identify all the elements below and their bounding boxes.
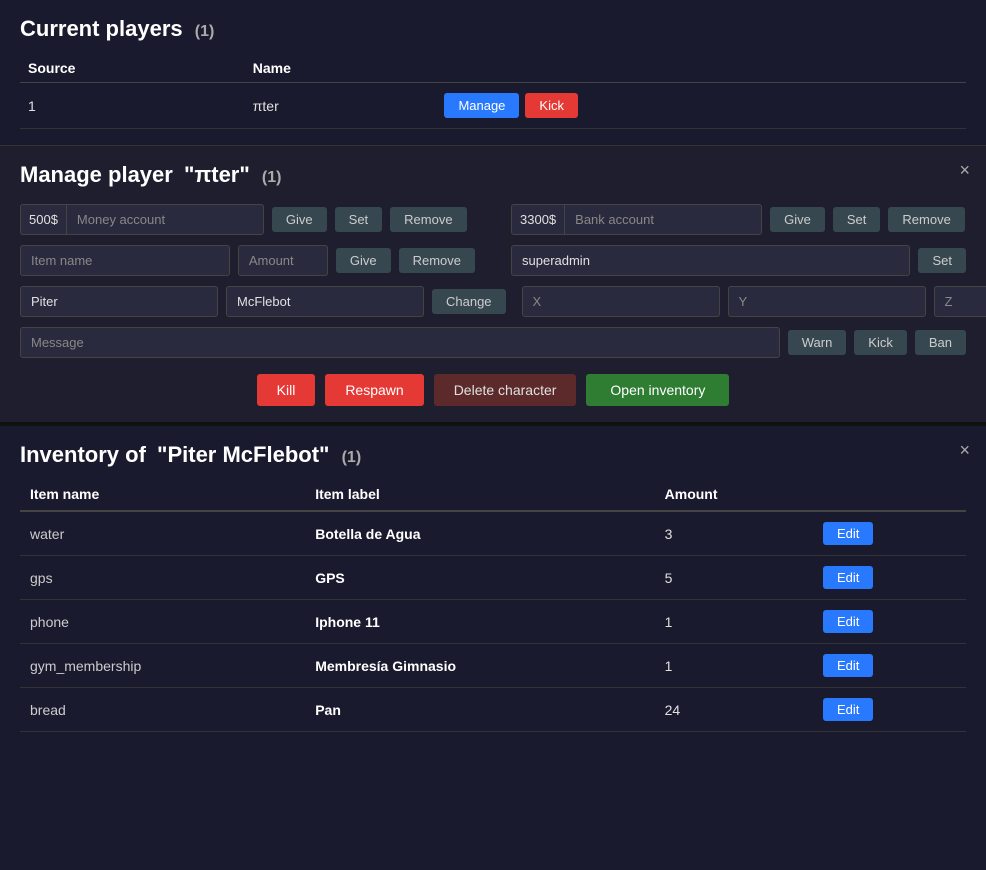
col-name: Name [245,54,437,83]
inv-item-label: Iphone 11 [305,600,654,644]
inventory-row: bread Pan 24 Edit [20,688,966,732]
item-half: Give Remove [20,245,475,276]
group-half: Set [511,245,966,276]
kick-button[interactable]: Kick [525,93,578,118]
delete-character-button[interactable]: Delete character [434,374,577,406]
item-name-input[interactable] [20,245,230,276]
player-actions-row: Kill Respawn Delete character Open inven… [20,374,966,406]
table-row: 1 πter Manage Kick [20,83,966,129]
inv-col-label: Item label [305,478,654,511]
inventory-section: × Inventory of "Piter McFlebot" (1) Item… [0,426,986,748]
manage-player-title: Manage player "πter" (1) [20,162,966,188]
inventory-table: Item name Item label Amount water Botell… [20,478,966,732]
col-source: Source [20,54,245,83]
bank-set-button[interactable]: Set [833,207,881,232]
inv-item-amount: 5 [655,556,813,600]
edit-button[interactable]: Edit [823,610,873,633]
inv-item-label: Botella de Agua [305,511,654,556]
open-inventory-button[interactable]: Open inventory [586,374,729,406]
last-name-input[interactable] [226,286,424,317]
teleport-y-input[interactable] [728,286,926,317]
inventory-close-button[interactable]: × [959,440,970,461]
inv-col-amount: Amount [655,478,813,511]
money-half: 500$ Give Set Remove [20,204,475,235]
manage-button[interactable]: Manage [444,93,519,118]
inventory-row: water Botella de Agua 3 Edit [20,511,966,556]
inv-item-action: Edit [813,644,966,688]
money-give-button[interactable]: Give [272,207,327,232]
message-input[interactable] [20,327,780,358]
manage-player-section: × Manage player "πter" (1) 500$ Give Set… [0,146,986,426]
manage-close-button[interactable]: × [959,160,970,181]
inv-item-amount: 1 [655,644,813,688]
respawn-button[interactable]: Respawn [325,374,423,406]
money-set-button[interactable]: Set [335,207,383,232]
inv-item-name: phone [20,600,305,644]
inv-col-action [813,478,966,511]
inv-item-action: Edit [813,511,966,556]
current-players-title: Current players (1) [20,16,966,42]
money-amount: 500$ [20,204,66,235]
inv-item-action: Edit [813,688,966,732]
teleport-z-input[interactable] [934,286,986,317]
bank-input-group: 3300$ [511,204,762,235]
inv-item-label: Pan [305,688,654,732]
item-amount-input[interactable] [238,245,328,276]
item-group-row: Give Remove Set [20,245,966,276]
message-kick-button[interactable]: Kick [854,330,907,355]
item-give-button[interactable]: Give [336,248,391,273]
teleport-x-input[interactable] [522,286,720,317]
inventory-row: gym_membership Membresía Gimnasio 1 Edit [20,644,966,688]
character-half: Change [20,286,506,317]
edit-button[interactable]: Edit [823,698,873,721]
group-set-button[interactable]: Set [918,248,966,273]
inv-item-amount: 1 [655,600,813,644]
inv-item-amount: 24 [655,688,813,732]
edit-button[interactable]: Edit [823,566,873,589]
player-actions: Manage Kick [436,83,966,129]
edit-button[interactable]: Edit [823,522,873,545]
inv-item-label: Membresía Gimnasio [305,644,654,688]
message-row: Warn Kick Ban [20,327,966,358]
inv-item-name: water [20,511,305,556]
ban-button[interactable]: Ban [915,330,966,355]
teleport-half: Teleport [522,286,986,317]
bank-amount: 3300$ [511,204,564,235]
inv-item-action: Edit [813,556,966,600]
inventory-row: phone Iphone 11 1 Edit [20,600,966,644]
kill-button[interactable]: Kill [257,374,316,406]
inv-item-name: gps [20,556,305,600]
inv-item-label: GPS [305,556,654,600]
inv-col-name: Item name [20,478,305,511]
character-teleport-row: Change Teleport [20,286,966,317]
money-input-group: 500$ [20,204,264,235]
money-bank-row: 500$ Give Set Remove 3300$ Give Set Remo… [20,204,966,235]
bank-remove-button[interactable]: Remove [888,207,964,232]
inventory-title: Inventory of "Piter McFlebot" (1) [20,442,966,468]
bank-account-input[interactable] [564,204,762,235]
first-name-input[interactable] [20,286,218,317]
inv-item-action: Edit [813,600,966,644]
players-table: Source Name 1 πter Manage Kick [20,54,966,129]
warn-button[interactable]: Warn [788,330,847,355]
player-name: πter [245,83,437,129]
item-remove-button[interactable]: Remove [399,248,475,273]
current-players-section: Current players (1) Source Name 1 πter M… [0,0,986,146]
inventory-row: gps GPS 5 Edit [20,556,966,600]
player-source: 1 [20,83,245,129]
money-account-input[interactable] [66,204,264,235]
bank-give-button[interactable]: Give [770,207,825,232]
money-remove-button[interactable]: Remove [390,207,466,232]
inv-item-name: bread [20,688,305,732]
inv-item-name: gym_membership [20,644,305,688]
character-change-button[interactable]: Change [432,289,506,314]
inv-item-amount: 3 [655,511,813,556]
group-input[interactable] [511,245,910,276]
edit-button[interactable]: Edit [823,654,873,677]
col-actions [436,54,966,83]
bank-half: 3300$ Give Set Remove [511,204,966,235]
